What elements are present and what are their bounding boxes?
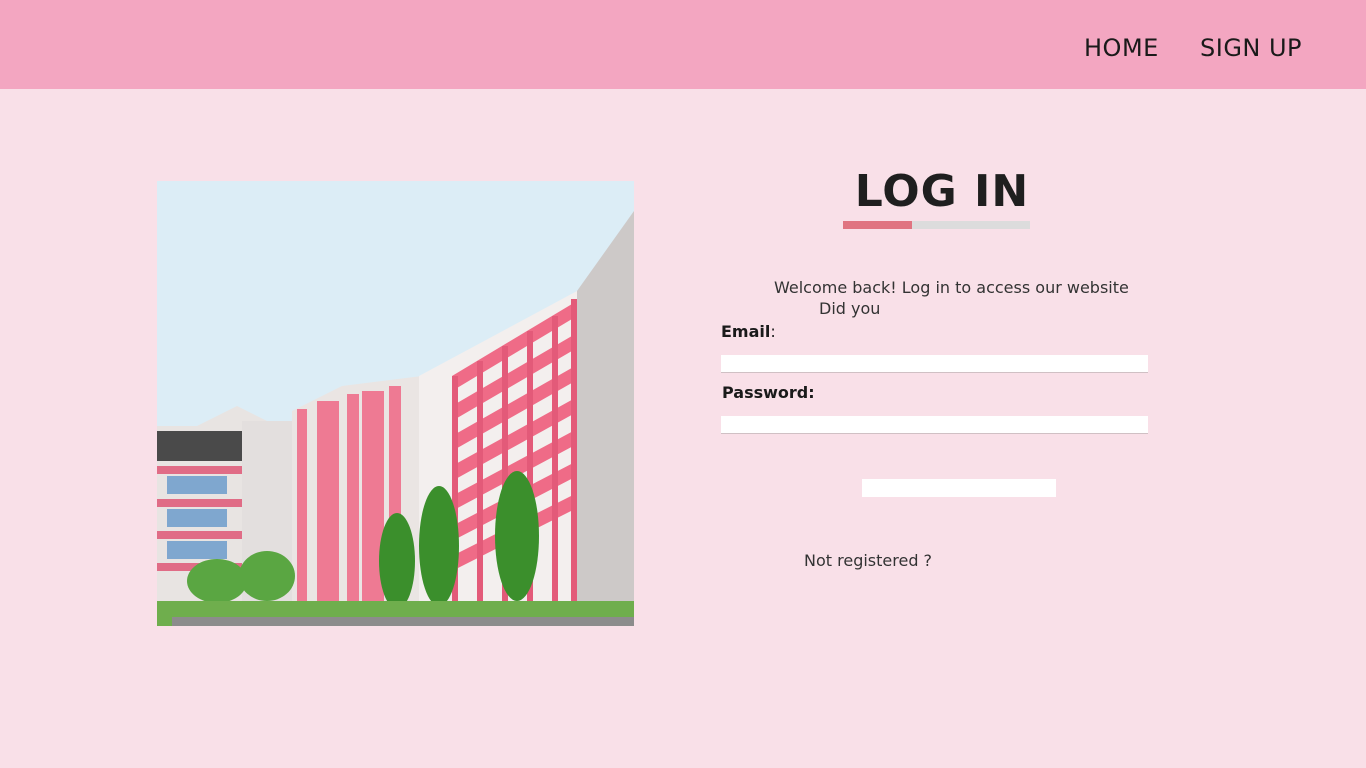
not-registered-link[interactable]: Not registered ? xyxy=(804,551,932,570)
title-underline-accent xyxy=(843,221,912,229)
login-submit-button[interactable] xyxy=(862,479,1056,497)
password-label: Password: xyxy=(722,383,815,402)
email-label-text: Email xyxy=(721,322,771,341)
university-building-photo xyxy=(157,181,634,626)
email-field[interactable] xyxy=(721,355,1148,373)
login-title: LOG IN xyxy=(854,166,1030,217)
email-label: Email: xyxy=(721,322,776,341)
welcome-text: Welcome back! Log in to access our websi… xyxy=(774,278,1129,297)
password-field[interactable] xyxy=(721,416,1148,434)
title-underline xyxy=(843,221,1030,229)
navbar: HOME SIGN UP xyxy=(0,0,1366,89)
nav-home-link[interactable]: HOME xyxy=(1084,34,1159,62)
nav-signup-link[interactable]: SIGN UP xyxy=(1200,34,1302,62)
did-you-text: Did you xyxy=(819,299,881,318)
email-label-colon: : xyxy=(770,322,776,341)
